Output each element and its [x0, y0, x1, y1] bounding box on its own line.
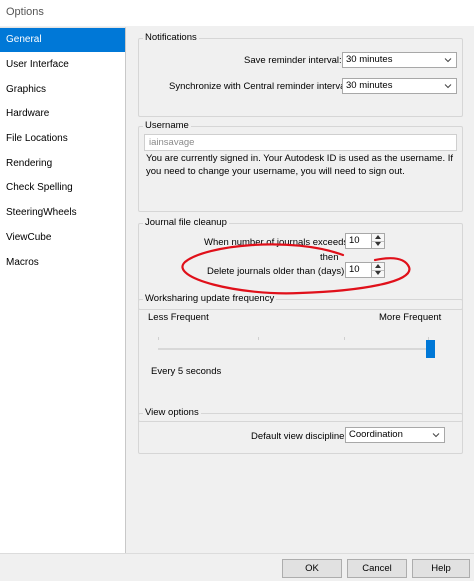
general-panel: Notifications Save reminder interval: 30… — [126, 27, 474, 553]
sync-reminder-value: 30 minutes — [346, 80, 393, 91]
sidebar-item-rendering[interactable]: Rendering — [0, 152, 125, 176]
username-field: iainsavage — [144, 134, 457, 151]
view-options-title: View options — [143, 407, 201, 418]
chevron-down-icon — [444, 84, 452, 89]
delete-journals-label: Delete journals older than (days): — [207, 266, 347, 277]
triangle-down-icon — [375, 271, 381, 275]
sync-reminder-dropdown[interactable]: 30 minutes — [342, 78, 457, 94]
chevron-down-icon — [444, 58, 452, 63]
chevron-down-icon — [432, 433, 440, 438]
update-frequency-value: Every 5 seconds — [151, 366, 222, 377]
sidebar-item-user-interface[interactable]: User Interface — [0, 53, 125, 77]
view-discipline-label: Default view discipline: — [251, 431, 348, 442]
sidebar-item-general[interactable]: General — [0, 28, 125, 52]
slider-tick — [344, 337, 345, 340]
view-discipline-value: Coordination — [349, 429, 403, 440]
delete-journals-value[interactable]: 10 — [345, 262, 372, 278]
more-frequent-label: More Frequent — [379, 312, 442, 323]
signed-in-message: You are currently signed in. Your Autode… — [146, 153, 454, 177]
sidebar-item-graphics[interactable]: Graphics — [0, 78, 125, 102]
cancel-button[interactable]: Cancel — [347, 559, 407, 578]
sidebar: General User Interface Graphics Hardware… — [0, 27, 126, 554]
journal-cleanup-title: Journal file cleanup — [143, 217, 229, 228]
notifications-title: Notifications — [143, 32, 199, 43]
username-title: Username — [143, 120, 191, 131]
delete-journals-spinner[interactable]: 10 — [345, 262, 385, 278]
window-title: Options — [6, 6, 44, 18]
worksharing-title: Worksharing update frequency — [143, 293, 277, 304]
then-label: then — [320, 252, 339, 263]
save-reminder-label: Save reminder interval: — [244, 55, 342, 66]
save-reminder-value: 30 minutes — [346, 54, 393, 65]
triangle-down-icon — [375, 242, 381, 246]
help-button[interactable]: Help — [412, 559, 470, 578]
slider-tick — [258, 337, 259, 340]
sidebar-item-file-locations[interactable]: File Locations — [0, 127, 125, 151]
spin-down-button[interactable] — [372, 270, 384, 277]
triangle-up-icon — [375, 264, 381, 268]
less-frequent-label: Less Frequent — [148, 312, 209, 323]
slider-track[interactable] — [158, 348, 430, 350]
spin-down-button[interactable] — [372, 241, 384, 248]
sidebar-item-steeringwheels[interactable]: SteeringWheels — [0, 201, 125, 225]
slider-tick — [158, 337, 159, 340]
ok-button[interactable]: OK — [282, 559, 342, 578]
save-reminder-dropdown[interactable]: 30 minutes — [342, 52, 457, 68]
sidebar-item-macros[interactable]: Macros — [0, 251, 125, 275]
slider-thumb[interactable] — [425, 340, 435, 358]
triangle-up-icon — [375, 235, 381, 239]
sidebar-item-hardware[interactable]: Hardware — [0, 102, 125, 126]
sidebar-item-check-spelling[interactable]: Check Spelling — [0, 176, 125, 200]
dialog-footer: OK Cancel Help — [0, 553, 474, 581]
view-discipline-dropdown[interactable]: Coordination — [345, 427, 445, 443]
journals-exceed-spinner[interactable]: 10 — [345, 233, 385, 249]
title-bar: Options — [0, 0, 474, 26]
sync-reminder-label: Synchronize with Central reminder interv… — [169, 81, 351, 92]
sidebar-item-viewcube[interactable]: ViewCube — [0, 226, 125, 250]
journals-exceed-value[interactable]: 10 — [345, 233, 372, 249]
journals-exceed-label: When number of journals exceeds: — [204, 237, 351, 248]
